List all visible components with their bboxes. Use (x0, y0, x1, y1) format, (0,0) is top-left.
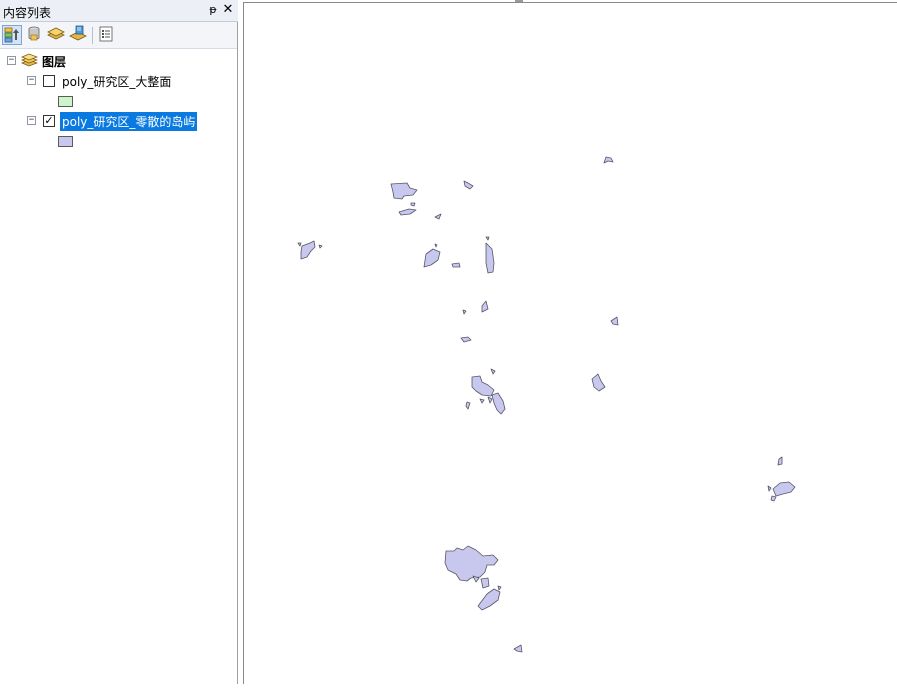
list-by-source-button[interactable] (25, 25, 45, 45)
drawing-order-icon (4, 27, 19, 43)
layer-2-visibility-checkbox[interactable]: ✓ (43, 115, 55, 127)
layer-2-symbol-swatch[interactable] (58, 136, 73, 147)
island-polygon (497, 585, 502, 591)
toc-toolbar (0, 22, 237, 49)
island-polygon (465, 401, 471, 410)
island-polygon (390, 182, 418, 200)
list-by-drawing-order-button[interactable] (2, 25, 22, 45)
island-polygon (767, 485, 772, 492)
layer-1-collapse-toggle[interactable]: − (27, 76, 36, 85)
selection-layers-icon (69, 25, 87, 41)
map-view[interactable] (243, 2, 897, 684)
island-polygon (297, 242, 302, 247)
layers-group-label[interactable]: 图层 (42, 53, 66, 70)
island-polygon (491, 392, 506, 415)
layer-2-collapse-toggle[interactable]: − (27, 116, 36, 125)
island-polygon (481, 300, 489, 313)
island-polygon (479, 398, 485, 404)
island-polygon (490, 368, 496, 375)
island-polygon (434, 243, 438, 248)
toc-title: 内容列表 (3, 6, 52, 20)
island-polygon (318, 244, 323, 249)
layer-1-visibility-checkbox[interactable] (43, 75, 55, 87)
island-polygon (434, 213, 442, 220)
table-of-contents-panel: 内容列表 ᵽ ✕ − 图层 − poly_研究区_大整面 − ✓ poly_研究… (0, 0, 238, 684)
options-list-icon (99, 26, 113, 42)
layer-1-symbol-swatch[interactable] (58, 96, 73, 107)
map-canvas[interactable] (244, 3, 897, 685)
toolbar-separator (92, 27, 93, 44)
island-polygon (398, 208, 417, 216)
island-polygon (603, 156, 614, 164)
island-polygon (770, 495, 777, 502)
island-polygon (410, 202, 416, 207)
options-button[interactable] (97, 25, 117, 45)
island-polygon (772, 481, 796, 497)
layers-group-collapse-toggle[interactable]: − (7, 56, 16, 65)
layer-1-label[interactable]: poly_研究区_大整面 (62, 73, 171, 90)
island-polygon (423, 248, 441, 268)
island-polygon (610, 316, 619, 326)
island-polygon (777, 456, 783, 466)
island-polygon (487, 396, 493, 404)
close-icon[interactable]: ✕ (222, 2, 234, 17)
island-polygon (463, 180, 474, 190)
island-polygon (485, 236, 490, 241)
island-polygon (485, 242, 495, 274)
list-by-visibility-button[interactable] (47, 25, 67, 45)
database-icon (28, 26, 40, 41)
island-polygon (300, 240, 316, 260)
island-polygon (462, 309, 467, 315)
toc-title-bar: 内容列表 ᵽ ✕ (0, 0, 238, 22)
island-polygon (460, 336, 472, 343)
island-polygon (591, 373, 606, 392)
island-polygon (471, 375, 495, 397)
island-polygon (444, 545, 499, 582)
island-polygon (477, 588, 501, 611)
island-polygon (451, 262, 461, 268)
list-by-selection-button[interactable] (69, 25, 89, 45)
layers-group-icon (21, 53, 38, 67)
layers-visibility-icon (47, 27, 65, 40)
layer-2-label[interactable]: poly_研究区_零散的岛屿 (60, 112, 198, 131)
island-polygon (480, 577, 490, 589)
pin-icon[interactable]: ᵽ (207, 3, 219, 17)
island-polygon (513, 644, 523, 653)
